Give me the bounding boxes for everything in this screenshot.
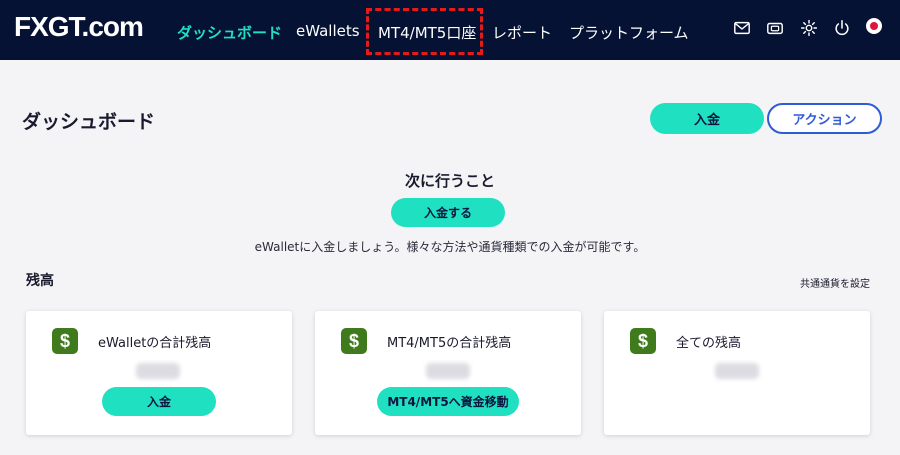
total-balance-card: $ 全ての残高 <box>604 311 870 435</box>
wallet-icon[interactable] <box>765 18 785 38</box>
make-deposit-button[interactable]: 入金する <box>391 198 505 227</box>
card-label: 全ての残高 <box>676 336 742 351</box>
japan-flag-icon[interactable] <box>866 18 882 34</box>
deposit-button[interactable]: 入金 <box>650 103 764 134</box>
mt4-mt5-balance-card: $ MT4/MT5の合計残高 MT4/MT5へ資金移動 <box>315 311 581 435</box>
blurred-balance-amount <box>136 363 180 379</box>
card-label: MT4/MT5の合計残高 <box>387 336 512 351</box>
action-button[interactable]: アクション <box>767 103 882 134</box>
balance-section-title: 残高 <box>26 273 54 289</box>
ewallet-balance-card: $ eWalletの合計残高 入金 <box>26 311 292 435</box>
dollar-icon: $ <box>341 328 367 354</box>
transfer-to-mt4-mt5-button[interactable]: MT4/MT5へ資金移動 <box>377 387 519 416</box>
nav-item-platforms[interactable]: プラットフォーム <box>569 22 689 43</box>
logo-text: FXGT.com <box>14 11 144 42</box>
blurred-balance-amount <box>426 363 470 379</box>
power-icon[interactable] <box>832 18 852 38</box>
card-deposit-button[interactable]: 入金 <box>102 387 216 416</box>
nav-item-reports[interactable]: レポート <box>492 22 552 43</box>
blurred-balance-amount <box>715 363 759 379</box>
next-steps-description: eWalletに入金しましょう。様々な方法や通貨種類での入金が可能です。 <box>254 240 646 254</box>
fxgt-logo[interactable]: FXGT.com <box>14 11 144 42</box>
gear-icon[interactable] <box>799 18 819 38</box>
dollar-icon: $ <box>52 328 78 354</box>
nav-item-dashboard[interactable]: ダッシュボード <box>177 22 282 43</box>
next-steps-title: 次に行うこと <box>404 172 495 190</box>
nav-item-ewallets[interactable]: eWallets <box>296 22 360 40</box>
highlight-annotation-box <box>366 8 483 55</box>
card-label: eWalletの合計残高 <box>98 336 212 351</box>
page-title: ダッシュボード <box>22 111 156 133</box>
mail-icon[interactable] <box>732 18 752 38</box>
dollar-icon: $ <box>630 328 656 354</box>
top-navigation-bar: FXGT.com ダッシュボード eWallets MT4/MT5口座 レポート… <box>0 0 900 60</box>
set-common-currency-link[interactable]: 共通通貨を設定 <box>800 275 870 290</box>
